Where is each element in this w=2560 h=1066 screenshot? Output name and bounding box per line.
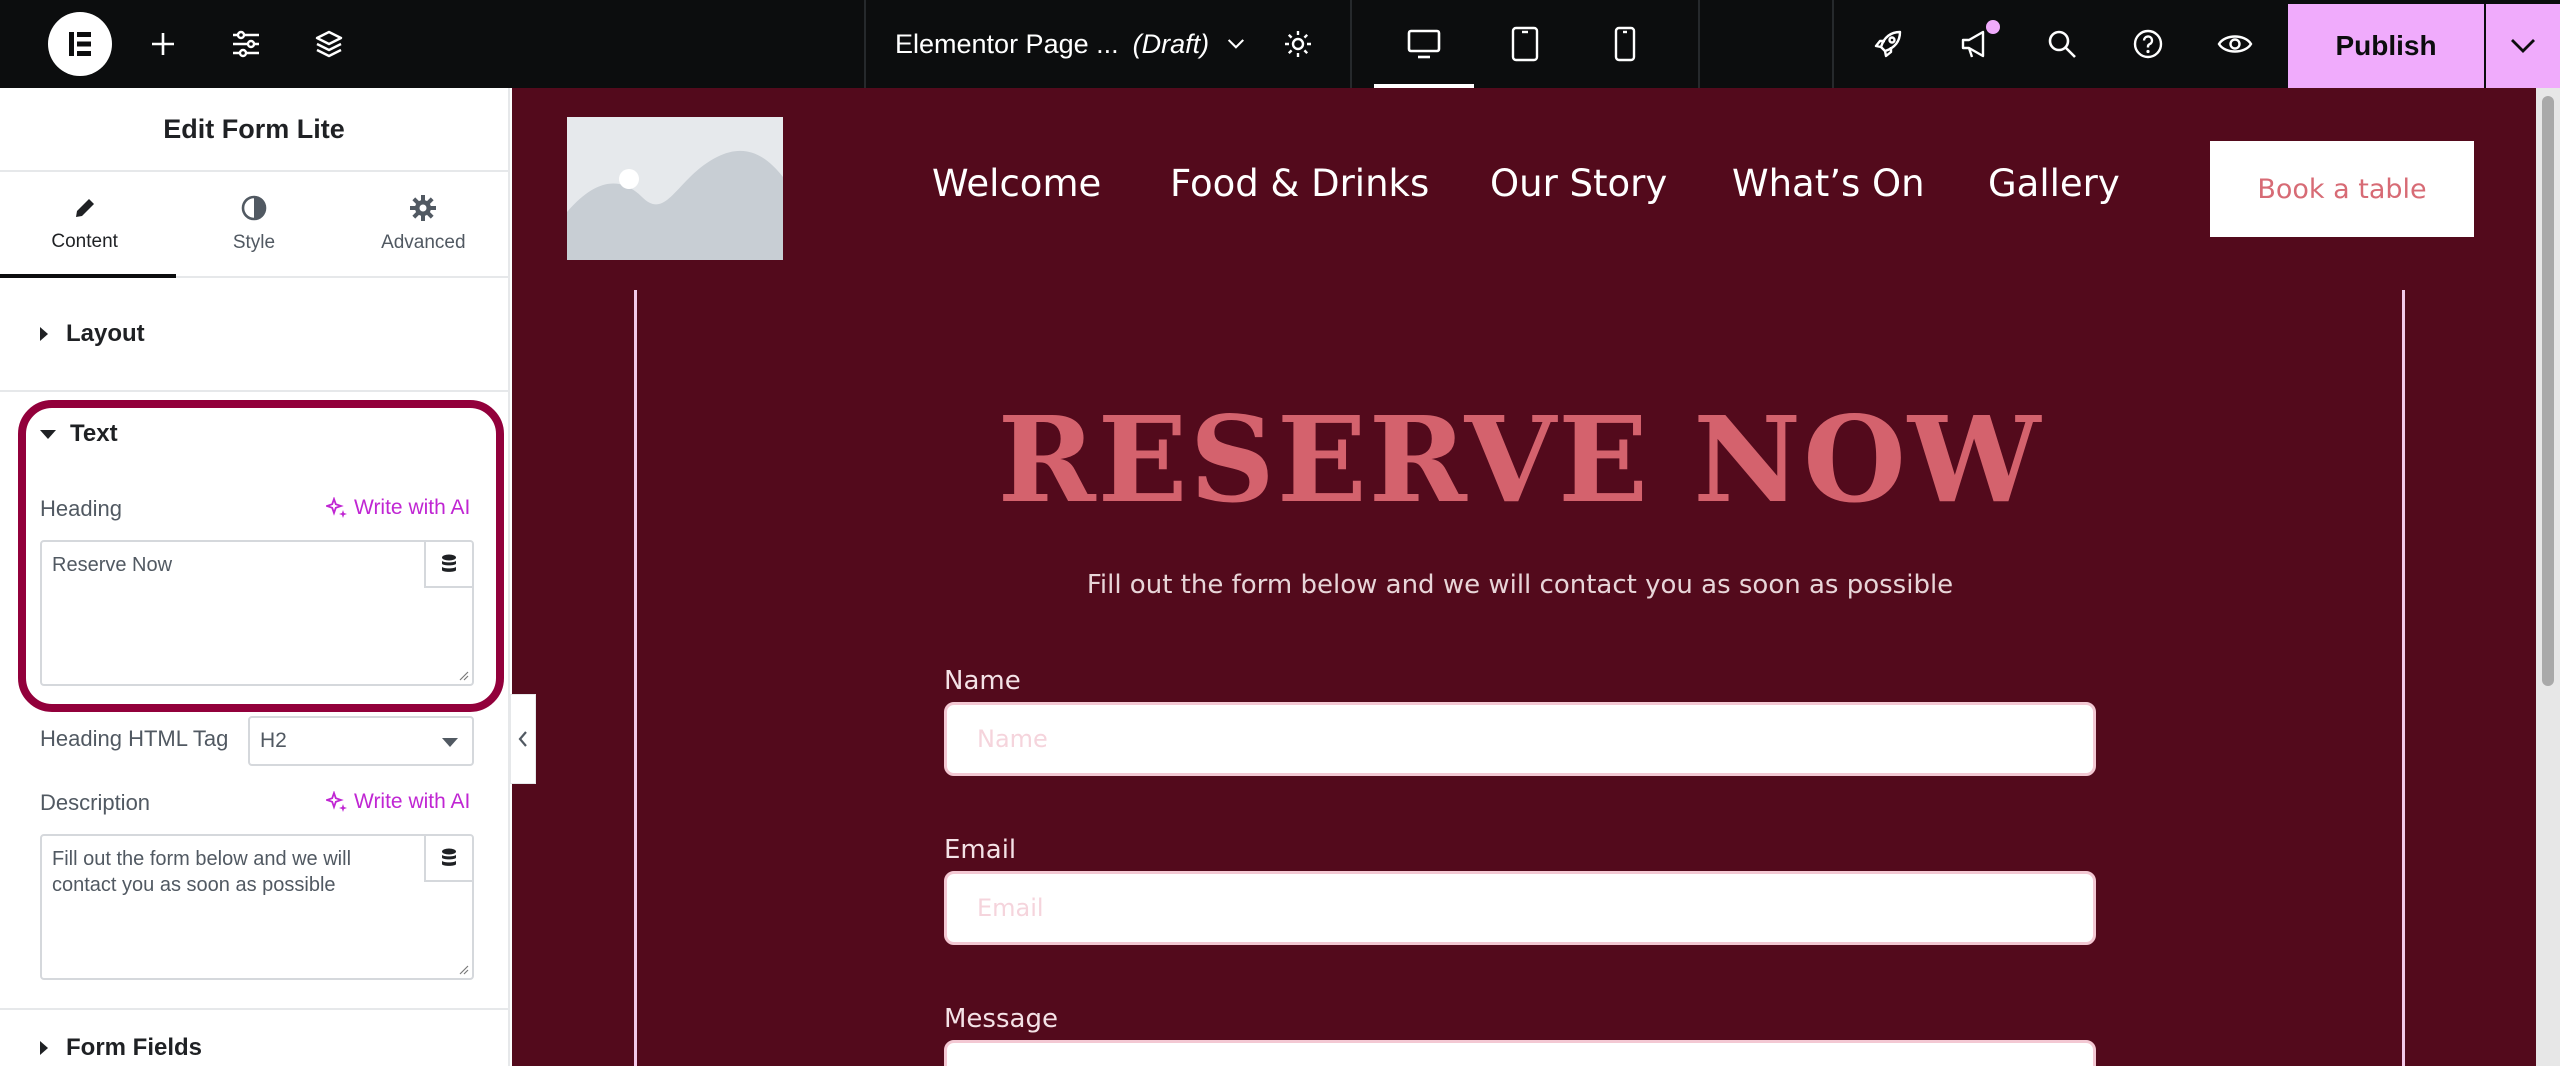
name-input[interactable]: Name <box>944 702 2096 776</box>
megaphone-icon <box>1961 30 1985 58</box>
description-label: Description <box>40 790 151 815</box>
help-button[interactable] <box>2126 0 2170 88</box>
separator <box>1832 0 1834 88</box>
mobile-icon <box>1614 26 1636 62</box>
half-circle-icon <box>241 195 267 221</box>
tablet-icon <box>1511 26 1539 62</box>
tab-style[interactable]: Style <box>169 172 338 276</box>
site-logo-placeholder-image[interactable] <box>567 117 783 260</box>
notification-dot <box>1986 20 2000 34</box>
search-button[interactable] <box>2040 0 2084 88</box>
select-caret-icon <box>442 738 458 747</box>
tab-content-label: Content <box>51 231 118 252</box>
tab-advanced-label: Advanced <box>381 232 466 253</box>
resize-handle-icon[interactable] <box>457 963 469 975</box>
caret-right-icon <box>40 1041 48 1055</box>
page-settings-button[interactable] <box>1276 0 1320 88</box>
desktop-icon <box>1407 29 1441 59</box>
description-textarea[interactable]: Fill out the form below and we will cont… <box>40 834 474 980</box>
pencil-icon <box>75 199 94 217</box>
page-status: (Draft) <box>1132 28 1210 59</box>
help-icon <box>2133 29 2163 59</box>
structure-button[interactable] <box>306 0 352 88</box>
gear-icon <box>1285 31 1311 57</box>
nav-food-drinks[interactable]: Food & Drinks <box>1170 162 1429 205</box>
site-settings-button[interactable] <box>222 0 270 88</box>
preview-eye-icon <box>2217 35 2253 53</box>
caret-right-icon <box>40 327 48 341</box>
image-placeholder-icon <box>567 117 783 260</box>
panel-tabs: Content Style Advanced <box>0 172 508 278</box>
rocket-icon <box>1874 30 1902 58</box>
search-icon <box>2048 30 2076 58</box>
separator <box>864 0 866 88</box>
message-textarea[interactable] <box>944 1040 2096 1066</box>
nav-gallery[interactable]: Gallery <box>1988 162 2120 205</box>
write-with-ai-link[interactable]: Write with AI <box>326 790 470 814</box>
tab-content[interactable]: Content <box>0 172 169 276</box>
page-title: Elementor Page ... <box>895 28 1119 59</box>
name-placeholder: Name <box>977 725 1048 753</box>
heading-html-tag-value: H2 <box>260 729 287 752</box>
decorative-line-right <box>2402 290 2405 1066</box>
sparkle-icon <box>326 791 347 812</box>
responsive-tablet-button[interactable] <box>1500 0 1550 88</box>
page-title-dropdown[interactable]: Elementor Page ... (Draft) <box>895 0 1245 88</box>
email-input[interactable]: Email <box>944 871 2096 945</box>
structure-layers-icon <box>315 30 343 58</box>
heading-html-tag-select[interactable]: H2 <box>248 716 474 766</box>
collapse-panel-button[interactable] <box>510 694 536 784</box>
section-layout[interactable]: Layout <box>0 278 508 392</box>
highlight-annotation <box>18 400 504 712</box>
panel-title: Edit Form Lite <box>0 88 508 172</box>
add-element-button[interactable] <box>140 0 186 88</box>
publish-button[interactable]: Publish <box>2288 4 2484 88</box>
responsive-mobile-button[interactable] <box>1602 0 1648 88</box>
nav-welcome[interactable]: Welcome <box>932 162 1101 205</box>
chevron-down-icon <box>2511 39 2535 53</box>
heading-html-tag-label: Heading HTML Tag <box>40 726 229 751</box>
add-icon <box>152 33 174 55</box>
name-field-label: Name <box>944 666 1021 696</box>
database-icon <box>442 848 456 866</box>
description-value: Fill out the form below and we will cont… <box>52 848 352 896</box>
section-layout-label: Layout <box>66 320 145 347</box>
book-a-table-button[interactable]: Book a table <box>2210 141 2474 237</box>
site-settings-icon <box>233 30 259 58</box>
divider <box>0 1008 508 1010</box>
launchpad-button[interactable] <box>1866 0 1910 88</box>
active-tab-indicator <box>0 274 176 278</box>
decorative-line-left <box>634 290 637 1066</box>
publish-options-button[interactable] <box>2486 4 2560 88</box>
email-placeholder: Email <box>977 894 1044 922</box>
elementor-logo-icon <box>48 12 112 76</box>
elementor-logo-button[interactable] <box>44 0 116 88</box>
form-heading[interactable]: RESERVE NOW <box>640 390 2400 529</box>
nav-our-story[interactable]: Our Story <box>1490 162 1667 205</box>
message-field-label: Message <box>944 1004 1058 1034</box>
chevron-down-icon <box>1228 39 1245 49</box>
tab-advanced[interactable]: Advanced <box>339 172 508 276</box>
separator <box>1698 0 1700 88</box>
email-field-label: Email <box>944 835 1017 865</box>
whats-new-button[interactable] <box>1954 0 1998 88</box>
tab-style-label: Style <box>232 232 276 253</box>
section-form-fields[interactable]: Form Fields <box>40 1034 202 1062</box>
responsive-desktop-button[interactable] <box>1374 0 1474 88</box>
scrollbar-thumb[interactable] <box>2542 96 2554 686</box>
section-form-fields-label: Form Fields <box>66 1034 203 1061</box>
form-description[interactable]: Fill out the form below and we will cont… <box>640 570 2400 600</box>
top-bar: Elementor Page ... (Draft) <box>0 0 2560 88</box>
gear-icon <box>410 195 437 221</box>
separator <box>1350 0 1352 88</box>
dynamic-tags-button[interactable] <box>424 836 472 882</box>
chevron-left-icon <box>518 731 527 747</box>
nav-whats-on[interactable]: What’s On <box>1732 162 1925 205</box>
preview-button[interactable] <box>2212 0 2258 88</box>
